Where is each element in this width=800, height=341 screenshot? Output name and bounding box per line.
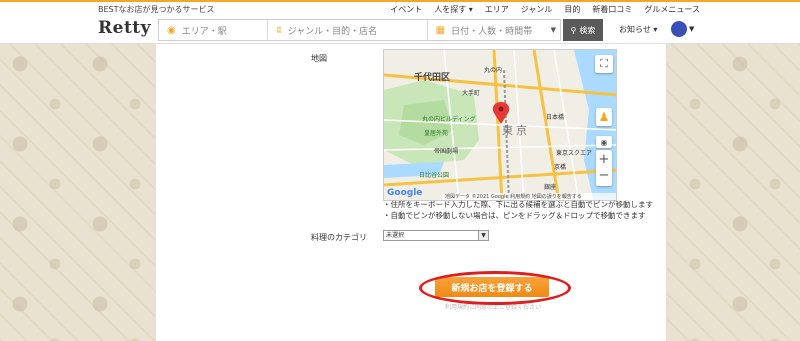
map-label-kyobashi: 京橋	[554, 164, 567, 171]
site-header: BESTなお店が見つかるサービス Retty イベント 人を探す ▾ エリア ジ…	[0, 0, 800, 44]
category-select-value: 未選択	[386, 232, 405, 239]
map-label-otemachi: 大手町	[462, 90, 481, 97]
area-search-field[interactable]: ◉ エリア・駅	[159, 20, 269, 40]
avatar[interactable]	[671, 21, 687, 37]
category-label: 料理のカテゴリ	[311, 233, 367, 242]
category-select[interactable]: 未選択 ▼	[383, 230, 489, 241]
map-label-chiyoda: 千代田区	[414, 73, 451, 83]
nav-item-genre[interactable]: ジャンル	[521, 4, 553, 15]
map-label-tokyo: 東京	[502, 124, 530, 137]
nav-item-news[interactable]: グルメニュース	[644, 4, 700, 15]
zoom-control: + −	[596, 150, 612, 186]
notifications-menu[interactable]: お知らせ ▾	[619, 24, 657, 35]
accent-line	[0, 0, 800, 2]
map-label-marunouchi: 丸の内	[484, 67, 503, 74]
nav-item-reviews[interactable]: 新着口コミ	[592, 4, 632, 15]
nav-item-purpose[interactable]: 目的	[564, 4, 580, 15]
avatar-caret-icon[interactable]: ▼	[689, 25, 694, 33]
genre-search-field[interactable]: ʬ ジャンル・目的・店名	[268, 20, 428, 40]
help-text-1: ・住所をキーボード入力した際、下に出る候補を選ぶと自動でピンが移動します	[383, 200, 653, 209]
map-label-kokyo-gaien: 皇居外苑	[424, 130, 449, 137]
nav-item-people[interactable]: 人を探す ▾	[434, 4, 473, 15]
search-icon: ⚲	[570, 25, 577, 35]
calendar-icon: ▦	[435, 24, 446, 36]
search-button[interactable]: ⚲ 検索	[563, 19, 603, 41]
map-label-hibiya: 日比谷公園	[419, 172, 450, 179]
form-card: 地図 千代田区 大手町 丸の内ビルディング 皇居外苑 帝国劇場 日比谷公園 東京…	[155, 44, 667, 341]
map-label-nihonbashi: 日本橋	[546, 114, 565, 121]
zoom-out-icon[interactable]: −	[599, 168, 610, 184]
top-nav: イベント 人を探す ▾ エリア ジャンル 目的 新着口コミ グルメニュース	[390, 4, 700, 15]
help-text-2: ・自動でピンが移動しない場合は、ピンをドラッグ＆ドロップで移動できます	[383, 211, 646, 220]
nav-item-area[interactable]: エリア	[485, 4, 509, 15]
chevron-down-icon: ▼	[478, 231, 488, 240]
map-label-ginza: 銀座	[544, 184, 557, 191]
genre-placeholder: ジャンル・目的・店名	[287, 26, 378, 37]
search-button-label: 検索	[579, 25, 596, 35]
map-label-marunouchi-bldg: 丸の内ビルディング	[422, 116, 476, 123]
chevron-down-icon: ▼	[550, 26, 556, 34]
area-placeholder: エリア・駅	[181, 26, 227, 37]
map-label-teikoku: 帝国劇場	[434, 148, 459, 155]
cutlery-icon: ʬ	[276, 24, 282, 36]
location-pin-icon: ◉	[167, 24, 176, 36]
street-view-pegman-icon[interactable]: ♟	[596, 108, 612, 126]
compass-icon[interactable]: ◉	[596, 136, 612, 148]
search-bar: ◉ エリア・駅 ʬ ジャンル・目的・店名 ▦ 日付・人数・時間帯 ▼	[158, 19, 561, 41]
highlight-oval-annotation	[419, 271, 571, 305]
map-label-tokyo-square: 東京スクエア	[556, 150, 593, 157]
tagline: BESTなお店が見つかるサービス	[98, 5, 215, 14]
zoom-in-icon[interactable]: +	[599, 152, 610, 168]
google-logo: Google	[387, 188, 423, 198]
google-map[interactable]: 千代田区 大手町 丸の内ビルディング 皇居外苑 帝国劇場 日比谷公園 東京 日本…	[383, 49, 617, 201]
nav-item-event[interactable]: イベント	[390, 4, 422, 15]
date-placeholder: 日付・人数・時間帯	[451, 26, 533, 37]
map-label: 地図	[311, 54, 327, 63]
logo[interactable]: Retty	[98, 18, 151, 38]
date-search-field[interactable]: ▦ 日付・人数・時間帯 ▼	[428, 20, 560, 40]
fullscreen-icon[interactable]: ⛶	[595, 55, 613, 73]
